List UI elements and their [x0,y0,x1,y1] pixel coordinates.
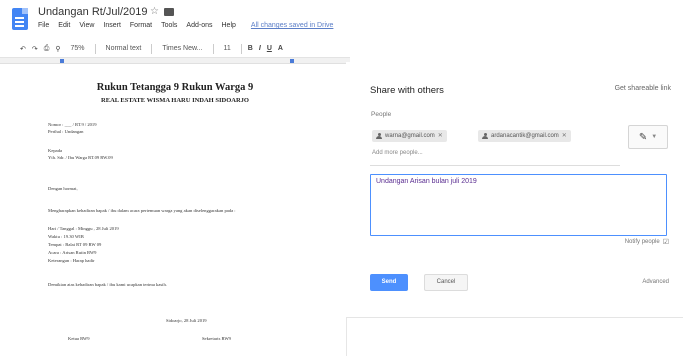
document-area[interactable]: Rukun Tetangga 9 Rukun Warga 9 REAL ESTA… [0,64,346,356]
remove-recipient-icon[interactable]: ✕ [562,130,567,142]
share-dialog-title: Share with others [370,85,444,96]
notify-label: Notify people [624,239,660,245]
letter-line: Dengan hormat, [48,186,78,191]
italic-button[interactable]: I [259,45,261,52]
menu-edit[interactable]: Edit [58,22,70,29]
menu-bar: File Edit View Insert Format Tools Add-o… [38,22,333,29]
app-window: Undangan Rt/Jul/2019 ☆ File Edit View In… [0,0,683,356]
font-select[interactable]: Times New... [158,44,206,53]
last-edit-link[interactable]: All changes saved in Drive [251,22,334,29]
pencil-icon: ✎ [638,131,648,143]
letter-line: Mengharapkan kehadiran bapak / ibu dalam… [48,208,236,213]
redo-icon[interactable]: ↷ [32,45,38,53]
top-bar: Undangan Rt/Jul/2019 ☆ File Edit View In… [0,0,683,64]
recipient-email: warna@gmail.com [385,133,435,139]
toolbar-divider [212,43,214,54]
cancel-button[interactable]: Cancel [424,274,468,291]
logo-line [15,17,24,19]
menu-file[interactable]: File [38,22,49,29]
text-color-button[interactable]: A [278,45,283,52]
menu-format[interactable]: Format [130,22,152,29]
menu-help[interactable]: Help [222,22,236,29]
letter-line: Yth. Sdr. / Ibu Warga RT.09 RW.09 [48,155,113,160]
recipients-field[interactable]: warna@gmail.com ✕ ardanacantik@gmail.com… [370,128,620,166]
letter-line: Kepada [48,148,63,153]
logo-line [15,21,24,23]
left-indent-marker[interactable] [60,59,64,63]
letter-line: Hari / Tanggal : Minggu , 28 Juli 2019 [48,226,119,231]
chevron-down-icon: ▼ [651,134,658,140]
permission-dropdown[interactable]: ✎ ▼ [628,125,668,149]
checkbox-checked-icon[interactable]: ☑ [663,238,669,246]
letter-line: Keterangan : Harap hadir [48,258,95,263]
paint-format-icon[interactable]: ⚲ [55,45,60,53]
letter-line: Waktu : 19.30 WIB [48,234,84,239]
recipient-chip[interactable]: ardanacantik@gmail.com ✕ [478,130,571,142]
menu-view[interactable]: View [79,22,94,29]
style-select[interactable]: Normal text [102,44,146,53]
letter-line: Nomor : ___ / RT.9 / 2019 [48,122,97,127]
remove-recipient-icon[interactable]: ✕ [438,130,443,142]
recipient-email: ardanacantik@gmail.com [491,133,559,139]
logo-line [15,25,24,27]
message-textarea[interactable]: Undangan Arisan bulan juli 2019 [370,174,667,236]
send-button[interactable]: Send [370,274,408,291]
bold-button[interactable]: B [248,45,253,52]
notify-people-option[interactable]: Notify people ☑ [625,238,669,246]
person-icon [376,132,382,140]
docs-logo-icon[interactable] [12,8,28,30]
recipient-chip[interactable]: warna@gmail.com ✕ [372,130,447,142]
folder-icon[interactable] [164,8,174,16]
letter-line: Sidoarjo, 28 Juli 2019 [166,318,207,323]
letter-title: Rukun Tetangga 9 Rukun Warga 9 [96,82,254,93]
toolbar-divider [240,43,242,54]
underline-button[interactable]: U [267,45,272,52]
zoom-select[interactable]: 75% [67,44,89,53]
letter-line: Sekretaris RW9 [202,336,231,341]
letter-subtitle: REAL ESTATE WISMA HARU INDAH SIDOARJO [101,97,249,104]
person-icon [482,132,488,140]
font-size-select[interactable]: 11 [220,44,235,53]
letter-line: Tempat : Balai RT 09 RW 09 [48,242,102,247]
undo-icon[interactable]: ↶ [20,45,26,53]
right-indent-marker[interactable] [290,59,294,63]
menu-tools[interactable]: Tools [161,22,177,29]
print-icon[interactable]: ⎙ [44,45,50,53]
menu-addons[interactable]: Add-ons [186,22,212,29]
format-toolbar: ↶ ↷ ⎙ ⚲ 75% Normal text Times New... 11 … [0,40,350,58]
letter-line: Demikian atas kehadiran bapak / ibu kami… [48,282,167,287]
people-label: People [371,111,392,118]
toolbar-divider [151,43,153,54]
document-page[interactable]: Rukun Tetangga 9 Rukun Warga 9 REAL ESTA… [6,68,344,356]
letter-line: Perihal : Undangan [48,129,84,134]
toolbar-divider [94,43,96,54]
document-title[interactable]: Undangan Rt/Jul/2019 [38,6,147,18]
letter-line: Ketua RW9 [68,336,90,341]
add-more-people[interactable]: Add more people... [372,150,423,156]
share-dialog: Share with others Get shareable link Peo… [346,62,683,318]
letter-line: Acara : Arisan Rutin RW9 [48,250,97,255]
menu-insert[interactable]: Insert [103,22,121,29]
advanced-link[interactable]: Advanced [642,279,669,285]
get-shareable-link[interactable]: Get shareable link [615,85,671,92]
star-icon[interactable]: ☆ [150,6,159,17]
